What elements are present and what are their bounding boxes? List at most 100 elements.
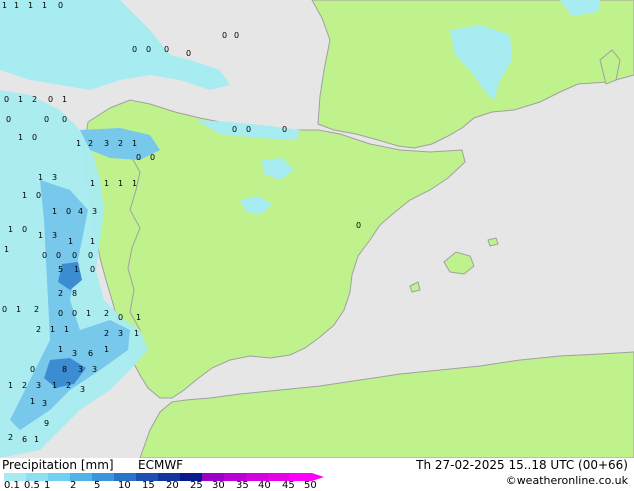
map-value-label: 0 bbox=[30, 365, 35, 374]
map-value-label: 1 bbox=[30, 397, 35, 406]
map-value-label: 0 bbox=[6, 115, 11, 124]
map-value-label: 3 bbox=[80, 385, 85, 394]
map-value-label: 0 bbox=[72, 251, 77, 260]
scale-label: 50 bbox=[304, 480, 317, 491]
map-value-label: 0 bbox=[282, 125, 287, 134]
map-value-label: 8 bbox=[62, 365, 67, 374]
map-value-label: 0 bbox=[146, 45, 151, 54]
credit: ©weatheronline.co.uk bbox=[505, 474, 628, 487]
map-value-label: 1 bbox=[132, 139, 137, 148]
map-value-label: 6 bbox=[88, 349, 93, 358]
map-value-label: 3 bbox=[36, 381, 41, 390]
map-value-label: 0 bbox=[62, 115, 67, 124]
map-value-label: 2 bbox=[88, 139, 93, 148]
map-value-label: 1 bbox=[52, 207, 57, 216]
scale-label: 40 bbox=[258, 480, 271, 491]
map-value-label: 1 bbox=[104, 345, 109, 354]
scale-label: 5 bbox=[94, 480, 101, 491]
map-value-label: 0 bbox=[234, 31, 239, 40]
scale-label: 0.1 bbox=[4, 480, 20, 491]
map-value-label: 1 bbox=[8, 225, 13, 234]
map-value-label: 0 bbox=[186, 49, 191, 58]
map-value-label: 0 bbox=[72, 309, 77, 318]
map-value-label: 1 bbox=[90, 237, 95, 246]
map-value-label: 1 bbox=[74, 265, 79, 274]
map-value-label: 0 bbox=[150, 153, 155, 162]
map-value-label: 1 bbox=[18, 95, 23, 104]
map-value-label: 1 bbox=[28, 1, 33, 10]
map-value-label: 3 bbox=[42, 399, 47, 408]
map-value-label: 1 bbox=[8, 381, 13, 390]
map-value-label: 3 bbox=[78, 365, 83, 374]
map-value-label: 0 bbox=[2, 305, 7, 314]
map-value-label: 0 bbox=[56, 251, 61, 260]
map-value-label: 0 bbox=[4, 95, 9, 104]
map-value-label: 1 bbox=[104, 179, 109, 188]
map-value-label: 1 bbox=[58, 345, 63, 354]
scale-label: 35 bbox=[236, 480, 249, 491]
map-value-label: 0 bbox=[42, 251, 47, 260]
map-value-label: 6 bbox=[22, 435, 27, 444]
map-value-label: 0 bbox=[32, 133, 37, 142]
map-value-label: 2 bbox=[104, 329, 109, 338]
map-value-label: 2 bbox=[34, 305, 39, 314]
map-value-label: 1 bbox=[4, 245, 9, 254]
scale-label: 2 bbox=[70, 480, 77, 491]
map-value-label: 3 bbox=[92, 207, 97, 216]
map-value-label: 8 bbox=[72, 289, 77, 298]
map-value-label: 0 bbox=[48, 95, 53, 104]
map-value-label: 3 bbox=[52, 173, 57, 182]
map-value-label: 3 bbox=[118, 329, 123, 338]
map-value-label: 1 bbox=[50, 325, 55, 334]
map-value-label: 1 bbox=[64, 325, 69, 334]
map-value-label: 2 bbox=[8, 433, 13, 442]
precipitation-map: 1 1 1 1 00 1 2 0 10 0 01 01 2 3 2 10 01 31 1 1 11 01 0 4 31 01 31 1… bbox=[0, 0, 634, 458]
map-value-label: 0 bbox=[66, 207, 71, 216]
map-value-label: 2 bbox=[118, 139, 123, 148]
map-value-label: 5 bbox=[58, 265, 63, 274]
map-value-label: 1 bbox=[76, 139, 81, 148]
map-value-label: 0 bbox=[232, 125, 237, 134]
map-value-label: 1 bbox=[38, 173, 43, 182]
map-value-label: 3 bbox=[72, 349, 77, 358]
map-value-label: 1 bbox=[62, 95, 67, 104]
map-value-label: 0 bbox=[246, 125, 251, 134]
map-value-label: 0 bbox=[118, 313, 123, 322]
map-value-label: 2 bbox=[104, 309, 109, 318]
map-value-label: 2 bbox=[66, 381, 71, 390]
map-value-label: 0 bbox=[88, 251, 93, 260]
map-value-label: 9 bbox=[44, 419, 49, 428]
map-value-label: 2 bbox=[58, 289, 63, 298]
map-value-label: 0 bbox=[222, 31, 227, 40]
map-value-label: 0 bbox=[36, 191, 41, 200]
map-value-label: 1 bbox=[34, 435, 39, 444]
map-footer: Precipitation [mm] ECMWF Th 27-02-2025 1… bbox=[0, 458, 634, 491]
map-value-label: 0 bbox=[356, 221, 361, 230]
map-value-label: 3 bbox=[104, 139, 109, 148]
map-value-label: 1 bbox=[38, 231, 43, 240]
map-value-label: 1 bbox=[52, 381, 57, 390]
map-value-label: 0 bbox=[164, 45, 169, 54]
map-value-label: 1 bbox=[136, 313, 141, 322]
map-value-label: 2 bbox=[32, 95, 37, 104]
map-value-label: 0 bbox=[44, 115, 49, 124]
scale-label: 10 bbox=[118, 480, 131, 491]
map-value-label: 1 bbox=[132, 179, 137, 188]
scale-label: 1 bbox=[44, 480, 51, 491]
map-value-label: 0 bbox=[132, 45, 137, 54]
map-value-label: 1 bbox=[134, 329, 139, 338]
valid-time: Th 27-02-2025 15..18 UTC (00+66) bbox=[416, 458, 628, 472]
map-value-label: 1 bbox=[86, 309, 91, 318]
map-value-label: 0 bbox=[58, 1, 63, 10]
scale-label: 25 bbox=[190, 480, 203, 491]
scale-labels: 0.1 0.5 1 2 5 10 15 20 25 30 35 40 45 50 bbox=[0, 458, 340, 491]
map-value-label: 0 bbox=[22, 225, 27, 234]
map-value-label: 3 bbox=[52, 231, 57, 240]
map-value-label: 0 bbox=[90, 265, 95, 274]
map-value-label: 0 bbox=[58, 309, 63, 318]
map-value-label: 2 bbox=[36, 325, 41, 334]
map-value-label: 1 bbox=[42, 1, 47, 10]
map-value-label: 1 bbox=[16, 305, 21, 314]
scale-label: 30 bbox=[212, 480, 225, 491]
map-value-label: 1 bbox=[90, 179, 95, 188]
